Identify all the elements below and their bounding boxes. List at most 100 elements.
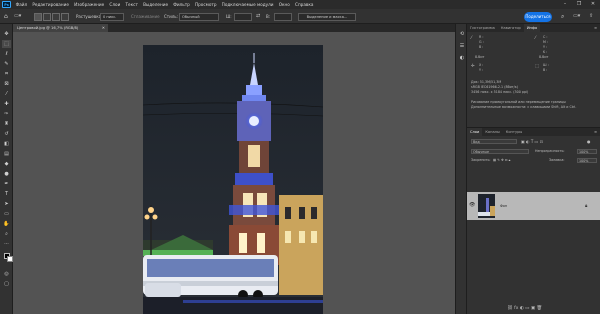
screen-mode-icon[interactable]: ▢: [2, 280, 11, 288]
visibility-eye-icon[interactable]: 👁︎: [469, 202, 475, 208]
opacity-value: 100%: [579, 149, 589, 154]
feather-input[interactable]: 0 пикс.: [100, 12, 124, 21]
history-panel-icon[interactable]: ⟲: [458, 30, 467, 38]
style-select[interactable]: Обычный: [179, 12, 219, 21]
add-selection-icon[interactable]: [43, 12, 51, 21]
workspace-icon[interactable]: ▭▾: [573, 12, 580, 21]
pen-tool-icon[interactable]: ✒: [2, 180, 11, 188]
lock-icons[interactable]: ▦ ✎ ✥ ⊡ 🔒︎: [493, 158, 510, 162]
close-icon[interactable]: ✕: [586, 0, 600, 9]
tool-hint-line1: Рисование прямоугольной или перемещение …: [471, 100, 566, 104]
width-label: Ш:: [226, 14, 232, 19]
filter-icons[interactable]: ▣ ◐ T ▭ ⊡: [521, 139, 543, 144]
menu-help[interactable]: Справка: [292, 2, 316, 7]
tab-paths[interactable]: Контуры: [503, 128, 525, 136]
frame-tool-icon[interactable]: ⊠: [2, 80, 11, 88]
info-y-coord-label: Y :: [479, 68, 484, 72]
info-k-label: K :: [543, 50, 548, 54]
menu-filter[interactable]: Фильтр: [171, 2, 193, 7]
fill-label: Заливка:: [549, 158, 565, 162]
info-panel-tabs: Гистограмма Навигатор Инфо ≡: [467, 24, 600, 32]
menu-window[interactable]: Окно: [276, 2, 292, 7]
crop-tool-icon[interactable]: ⌗: [2, 70, 11, 78]
stamp-tool-icon[interactable]: ♜: [2, 120, 11, 128]
subtract-selection-icon[interactable]: [52, 12, 60, 21]
adjustments-panel-icon[interactable]: ◐: [458, 54, 467, 62]
antialias-checkbox[interactable]: Сглаживание: [131, 12, 160, 21]
zoom-tool-icon[interactable]: ⌕: [2, 230, 11, 238]
quick-mask-icon[interactable]: ◎: [2, 270, 11, 278]
info-y-label: Y :: [543, 45, 548, 49]
home-icon[interactable]: ⌂: [4, 12, 8, 21]
info-bit-left: 8-бит: [475, 55, 485, 59]
type-tool-icon[interactable]: T: [2, 190, 11, 198]
layers-menu-icon[interactable]: ≡: [591, 128, 600, 136]
menu-image[interactable]: Изображение: [72, 2, 107, 7]
search-icon[interactable]: ⌕: [561, 12, 564, 21]
layer-filter-select[interactable]: Вид: [471, 139, 517, 144]
tab-channels[interactable]: Каналы: [482, 128, 502, 136]
share-icon[interactable]: ⇪: [589, 12, 593, 21]
tab-layers[interactable]: Слои: [467, 128, 483, 136]
more-tools-icon[interactable]: ···: [2, 240, 11, 248]
brush-tool-icon[interactable]: ✑: [2, 110, 11, 118]
eyedropper-cmyk-icon: ⁄: [535, 36, 536, 41]
blend-mode-select[interactable]: Обычные: [471, 149, 529, 154]
share-button[interactable]: Поделиться: [524, 11, 552, 22]
marquee-preset-icon[interactable]: ▭▾: [14, 12, 21, 21]
close-tab-icon[interactable]: ✕: [102, 24, 105, 32]
fill-input[interactable]: 100%: [577, 158, 597, 163]
menu-file[interactable]: Файл: [13, 2, 30, 7]
opacity-input[interactable]: 100%: [577, 149, 597, 154]
properties-panel-icon[interactable]: ☰: [458, 42, 467, 50]
path-select-tool-icon[interactable]: ➤: [2, 200, 11, 208]
hand-tool-icon[interactable]: ✋: [2, 220, 11, 228]
eyedropper-rgb-icon: ⁄: [471, 36, 472, 41]
tool-hint-line2: Дополнительные возможности: с клавишами …: [471, 105, 577, 109]
menu-view[interactable]: Просмотр: [192, 2, 219, 7]
blend-mode-value: Обычные: [473, 149, 489, 154]
tab-navigator[interactable]: Навигатор: [498, 24, 524, 32]
tab-histogram[interactable]: Гистограмма: [467, 24, 498, 32]
history-brush-tool-icon[interactable]: ↺: [2, 130, 11, 138]
new-selection-icon[interactable]: [34, 12, 42, 21]
layer-row[interactable]: 👁︎ Фон 🔒︎: [467, 192, 600, 220]
layers-panel-tabs: Слои Каналы Контуры ≡: [467, 128, 600, 136]
eyedropper-tool-icon[interactable]: ⁄: [2, 90, 11, 98]
swap-icon[interactable]: ⇄: [256, 12, 260, 21]
maximize-icon[interactable]: ❐: [572, 0, 586, 9]
lasso-tool-icon[interactable]: ℓ: [2, 50, 11, 58]
move-tool-icon[interactable]: ✥: [2, 30, 11, 38]
tools-panel: ✥ ⬚ ℓ ✎ ⌗ ⊠ ⁄ ✚ ✑ ♜ ↺ ◧ ▤ ◆ ● ✒ T ➤ ▭ ✋ …: [0, 24, 13, 314]
layer-filter-label: Вид: [473, 139, 480, 144]
select-and-mask-button[interactable]: Выделение и маска...: [298, 12, 356, 21]
healing-tool-icon[interactable]: ✚: [2, 100, 11, 108]
layer-thumbnail: [478, 194, 495, 218]
width-input[interactable]: [234, 12, 252, 21]
blur-tool-icon[interactable]: ◆: [2, 160, 11, 168]
info-bit-right: 8-бит: [539, 55, 549, 59]
layer-name[interactable]: Фон: [500, 204, 507, 208]
panel-menu-icon[interactable]: ≡: [591, 24, 600, 32]
marquee-tool-icon[interactable]: ⬚: [2, 40, 11, 48]
dodge-tool-icon[interactable]: ●: [2, 170, 11, 178]
eraser-tool-icon[interactable]: ◧: [2, 140, 11, 148]
lock-label: Закрепить:: [471, 158, 491, 162]
layer-lock-icon: 🔒︎: [585, 204, 588, 209]
menu-plugins[interactable]: Подключаемые модули: [219, 2, 276, 7]
tab-info[interactable]: Инфо: [523, 24, 541, 32]
menu-type[interactable]: Текст: [123, 2, 141, 7]
document-tab[interactable]: Центровой.jpg @ 16,7% (RGB/8) ✕: [13, 24, 108, 32]
intersect-selection-icon[interactable]: [61, 12, 69, 21]
filter-toggle-icon[interactable]: ●: [587, 139, 591, 144]
menu-select[interactable]: Выделение: [140, 2, 170, 7]
quick-select-tool-icon[interactable]: ✎: [2, 60, 11, 68]
height-input[interactable]: [274, 12, 292, 21]
menu-edit[interactable]: Редактирование: [30, 2, 72, 7]
minimize-icon[interactable]: –: [558, 0, 572, 9]
menu-layers[interactable]: Слои: [107, 2, 123, 7]
layer-actions[interactable]: ⛓ fx ◐ ▭ ▣ 🗑︎: [507, 306, 542, 311]
gradient-tool-icon[interactable]: ▤: [2, 150, 11, 158]
shape-tool-icon[interactable]: ▭: [2, 210, 11, 218]
canvas-area[interactable]: [13, 32, 455, 314]
